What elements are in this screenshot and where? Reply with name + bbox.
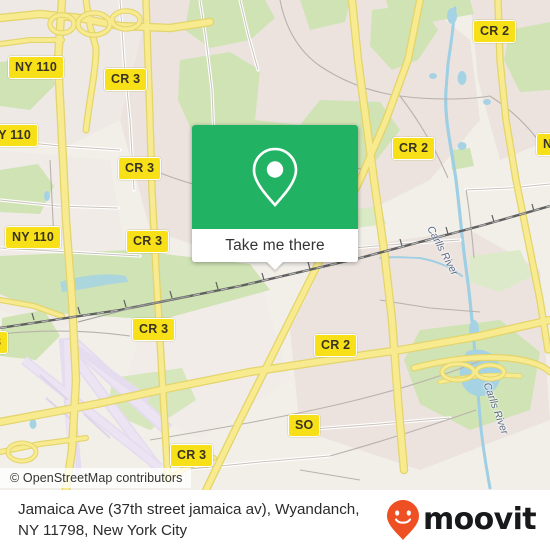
moovit-pin-icon: [386, 500, 419, 540]
address-line-1: Jamaica Ave (37th street jamaica av), Wy…: [18, 501, 360, 518]
address-line-2: NY 11798, New York City: [18, 522, 188, 539]
road-shield[interactable]: CR 3: [118, 157, 162, 180]
popup-footer[interactable]: Take me there: [192, 229, 358, 270]
osm-attribution[interactable]: © OpenStreetMap contributors: [0, 468, 191, 488]
road-shield[interactable]: NY 110: [5, 226, 61, 249]
popup-tail: [266, 261, 284, 270]
road-shield[interactable]: CR 3: [170, 444, 214, 467]
road-shield[interactable]: 3: [0, 331, 9, 354]
location-popup-card[interactable]: Take me there: [192, 125, 358, 270]
road-shield[interactable]: NY 110: [8, 56, 64, 79]
popup-image-area: [192, 125, 358, 229]
road-shield[interactable]: CR 3: [132, 318, 176, 341]
moovit-wordmark: moovit: [422, 502, 537, 537]
road-shield[interactable]: CR 3: [104, 68, 148, 91]
road-shield[interactable]: CR 2: [314, 334, 358, 357]
road-shield[interactable]: SO: [288, 414, 321, 437]
map-canvas[interactable]: NY 110 CR 3 CR 2 NY 110 CR 3 CR 2 N NY 1…: [0, 0, 550, 490]
road-shield[interactable]: N: [536, 133, 550, 156]
road-shield[interactable]: CR 3: [126, 230, 170, 253]
road-shield[interactable]: CR 2: [473, 20, 517, 43]
map-pin-icon: [252, 147, 298, 207]
road-shield[interactable]: CR 2: [392, 137, 436, 160]
moovit-logo[interactable]: moovit: [386, 499, 537, 541]
take-me-there-label: Take me there: [225, 236, 325, 254]
address-text: Jamaica Ave (37th street jamaica av), Wy…: [18, 499, 359, 541]
road-shield[interactable]: NY 110: [0, 124, 38, 147]
footer-bar: Jamaica Ave (37th street jamaica av), Wy…: [0, 490, 550, 550]
